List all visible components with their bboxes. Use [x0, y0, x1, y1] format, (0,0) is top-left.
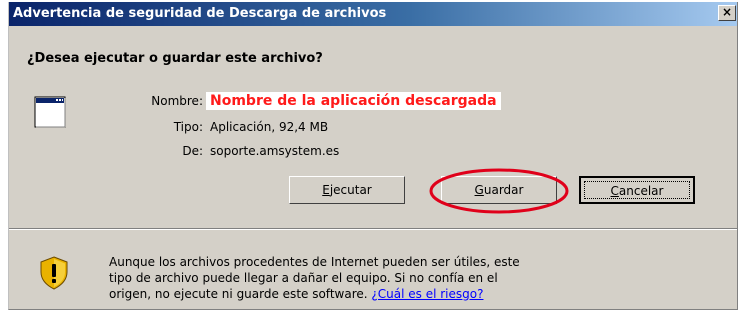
window-title: Advertencia de seguridad de Descarga de …	[13, 6, 387, 21]
application-window-icon	[34, 96, 66, 128]
cancel-button-label: ancelar	[618, 184, 664, 198]
run-button[interactable]: Ejecutar	[289, 176, 405, 204]
separator	[9, 228, 737, 230]
warning-line-3-text: origen, no ejecute ni guarde este softwa…	[109, 287, 372, 301]
from-label: De:	[182, 144, 203, 158]
run-button-mnemonic: E	[322, 183, 330, 197]
risk-link[interactable]: ¿Cuál es el riesgo?	[371, 287, 483, 301]
cancel-button[interactable]: Cancelar	[579, 176, 695, 204]
close-icon: ×	[721, 5, 733, 19]
dialog-question: ¿Desea ejecutar o guardar este archivo?	[27, 51, 323, 66]
warning-line-1: Aunque los archivos procedentes de Inter…	[109, 255, 520, 269]
close-button[interactable]: ×	[718, 5, 736, 21]
cancel-focus-ring: Cancelar	[584, 181, 690, 199]
file-name-value: Nombre de la aplicación descargada	[206, 92, 501, 110]
security-shield-warning-icon	[40, 256, 68, 290]
file-source-value: soporte.amsystem.es	[210, 144, 340, 158]
security-warning-dialog: Advertencia de seguridad de Descarga de …	[8, 2, 738, 310]
name-label: Nombre:	[151, 94, 203, 108]
warning-line-2: tipo de archivo puede llegar a dañar el …	[109, 271, 498, 285]
file-type-value: Aplicación, 92,4 MB	[210, 120, 329, 134]
save-highlight-circle	[429, 168, 569, 214]
run-button-label: jecutar	[329, 183, 372, 197]
type-label: Tipo:	[173, 120, 203, 134]
cancel-button-mnemonic: C	[610, 184, 619, 198]
warning-text: Aunque los archivos procedentes de Inter…	[109, 254, 520, 302]
warning-line-3: origen, no ejecute ni guarde este softwa…	[109, 286, 520, 302]
title-bar[interactable]: Advertencia de seguridad de Descarga de …	[9, 2, 737, 26]
